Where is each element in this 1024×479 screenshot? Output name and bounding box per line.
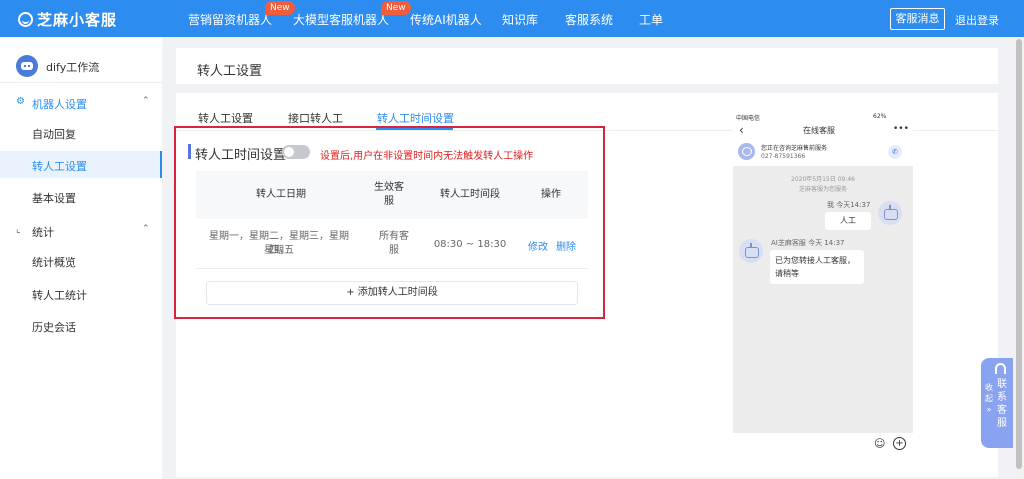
nav-llm-bot[interactable]: 大模型客服机器人 (293, 11, 389, 28)
scrollbar-thumb[interactable] (1016, 39, 1022, 469)
new-badge: New (381, 1, 411, 15)
chat-tip: 芝麻客服为您服务 (798, 186, 847, 193)
chat-date: 2020年5月15日 09:46 (791, 176, 855, 183)
sidebar-item-label: 历史会话 (32, 321, 76, 334)
sidebar-group-label: 机器人设置 (32, 98, 87, 111)
sidebar-item-stats-overview[interactable]: 统计概览 (0, 247, 162, 274)
chart-icon: ⌞ (16, 224, 21, 235)
robot-avatar-icon (878, 201, 902, 225)
battery-text: 62% (873, 113, 887, 120)
sidebar-item-label: 转人工统计 (32, 289, 87, 302)
column-header-date: 转人工日期 (256, 189, 306, 200)
sidebar-group-bot-settings[interactable]: ⚙ 机器人设置 ⌃ (0, 89, 162, 115)
gear-icon: ⚙ (16, 96, 25, 107)
page-scrollbar[interactable] (1014, 37, 1024, 479)
ai-message-bubble: 已为您转接人工客服，请稍等 (770, 250, 864, 284)
service-messages-button[interactable]: 客服消息 (890, 8, 945, 30)
bot-selector[interactable]: dify工作流 (0, 49, 162, 83)
page-header: 转人工设置 (176, 48, 998, 84)
add-time-period-button[interactable]: + 添加转人工时间段 (206, 281, 578, 305)
phone-header: 中国电信 62% ‹ 在线客服 ••• 您正在咨询芝麻售前服务 027-8759… (733, 108, 913, 166)
sidebar-group-statistics[interactable]: ⌞ 统计 ⌃ (0, 217, 162, 243)
service-name: 您正在咨询芝麻售前服务 (761, 145, 828, 152)
page-title: 转人工设置 (197, 64, 263, 79)
sidebar-item-transfer-settings[interactable]: 转人工设置 (0, 151, 162, 178)
plus-icon: + (893, 437, 906, 450)
table-header: 转人工日期 生效客 服 转人工时间段 操作 (196, 171, 588, 219)
smile-logo-icon (18, 12, 33, 27)
back-arrow-icon: ‹ (739, 123, 744, 137)
sidebar-item-auto-reply[interactable]: 自动回复 (0, 119, 162, 146)
sidebar-item-history-chats[interactable]: 历史会话 (0, 312, 162, 339)
brand-logo[interactable]: 芝麻小客服 (18, 9, 117, 30)
emoji-icon: ☺ (874, 437, 886, 450)
contact-service-widget[interactable]: 收起 » 联系客服 (981, 358, 1013, 448)
carrier-text: 中国电信 (736, 115, 761, 122)
cell-date-line2: 星期五 (264, 245, 294, 256)
column-header-ops: 操作 (541, 189, 561, 200)
nav-work-order[interactable]: 工单 (639, 11, 663, 28)
column-header-service-line1: 生效客 (374, 182, 404, 193)
column-header-service-line2: 服 (384, 196, 394, 207)
edit-link[interactable]: 修改 (528, 238, 548, 253)
sidebar-group-label: 统计 (32, 226, 54, 239)
column-header-period: 转人工时间段 (440, 189, 500, 200)
tab-transfer-settings[interactable]: 转人工设置 (198, 110, 253, 126)
more-dots-icon: ••• (893, 124, 909, 134)
new-badge: New (265, 1, 295, 15)
sidebar-item-label: 转人工设置 (32, 160, 87, 173)
bot-name: dify工作流 (46, 61, 100, 74)
mobile-chat-preview: 中国电信 62% ‹ 在线客服 ••• 您正在咨询芝麻售前服务 027-8759… (733, 108, 913, 456)
user-message-bubble: 人工 (825, 212, 871, 230)
sidebar-item-label: 统计概览 (32, 256, 76, 269)
chevron-up-icon: ⌃ (142, 96, 150, 106)
phone-input-bar: ☺ + (733, 433, 913, 456)
contact-service-label: 联系客服 (997, 379, 1007, 429)
delete-link[interactable]: 删除 (556, 238, 576, 253)
chat-bubble-icon (738, 143, 755, 160)
logout-link[interactable]: 退出登录 (955, 12, 999, 28)
robot-avatar-icon (16, 55, 38, 77)
section-accent-bar (188, 144, 191, 159)
cell-period: 08:30 ~ 18:30 (433, 239, 507, 250)
cell-service-line2: 服 (389, 245, 399, 256)
top-navbar: 芝麻小客服 营销留资机器人 New 大模型客服机器人 New 传统AI机器人 知… (0, 0, 1024, 37)
phone-call-icon: ✆ (888, 145, 902, 159)
sidebar-item-label: 自动回复 (32, 128, 76, 141)
collapse-widget-button[interactable]: 收起 » (984, 382, 994, 415)
nav-knowledge-base[interactable]: 知识库 (502, 11, 538, 28)
section-title: 转人工时间设置 (195, 148, 287, 163)
service-phone: 027-87591366 (761, 153, 806, 160)
brand-name: 芝麻小客服 (37, 11, 118, 29)
nav-service-system[interactable]: 客服系统 (565, 11, 613, 28)
nav-traditional-ai-bot[interactable]: 传统AI机器人 (410, 11, 482, 28)
nav-marketing-bot[interactable]: 营销留资机器人 (188, 11, 272, 28)
user-name-time: 我 今天14:37 (827, 201, 871, 209)
sidebar-item-basic-settings[interactable]: 基本设置 (0, 183, 162, 210)
robot-avatar-icon (739, 239, 763, 263)
chevron-up-icon: ⌃ (142, 224, 150, 234)
cell-service-line1: 所有客 (379, 231, 409, 242)
ai-name-time: AI芝麻客服 今天 14:37 (771, 239, 845, 247)
tab-api-transfer[interactable]: 接口转人工 (288, 110, 343, 126)
headset-icon (995, 363, 1006, 374)
sidebar-item-transfer-stats[interactable]: 转人工统计 (0, 280, 162, 307)
sidebar-item-label: 基本设置 (32, 192, 76, 205)
transfer-time-toggle[interactable] (282, 145, 310, 159)
sidebar: dify工作流 ⚙ 机器人设置 ⌃ 自动回复 转人工设置 基本设置 ⌞ 统计 ⌃… (0, 37, 162, 479)
tab-transfer-time-settings[interactable]: 转人工时间设置 (377, 110, 454, 126)
section-hint: 设置后,用户在非设置时间内无法触发转人工操作 (320, 151, 534, 162)
chat-title: 在线客服 (803, 126, 835, 135)
table-row: 星期一，星期二，星期三，星期四， 星期五 所有客 服 08:30 ~ 18:30… (196, 219, 588, 269)
